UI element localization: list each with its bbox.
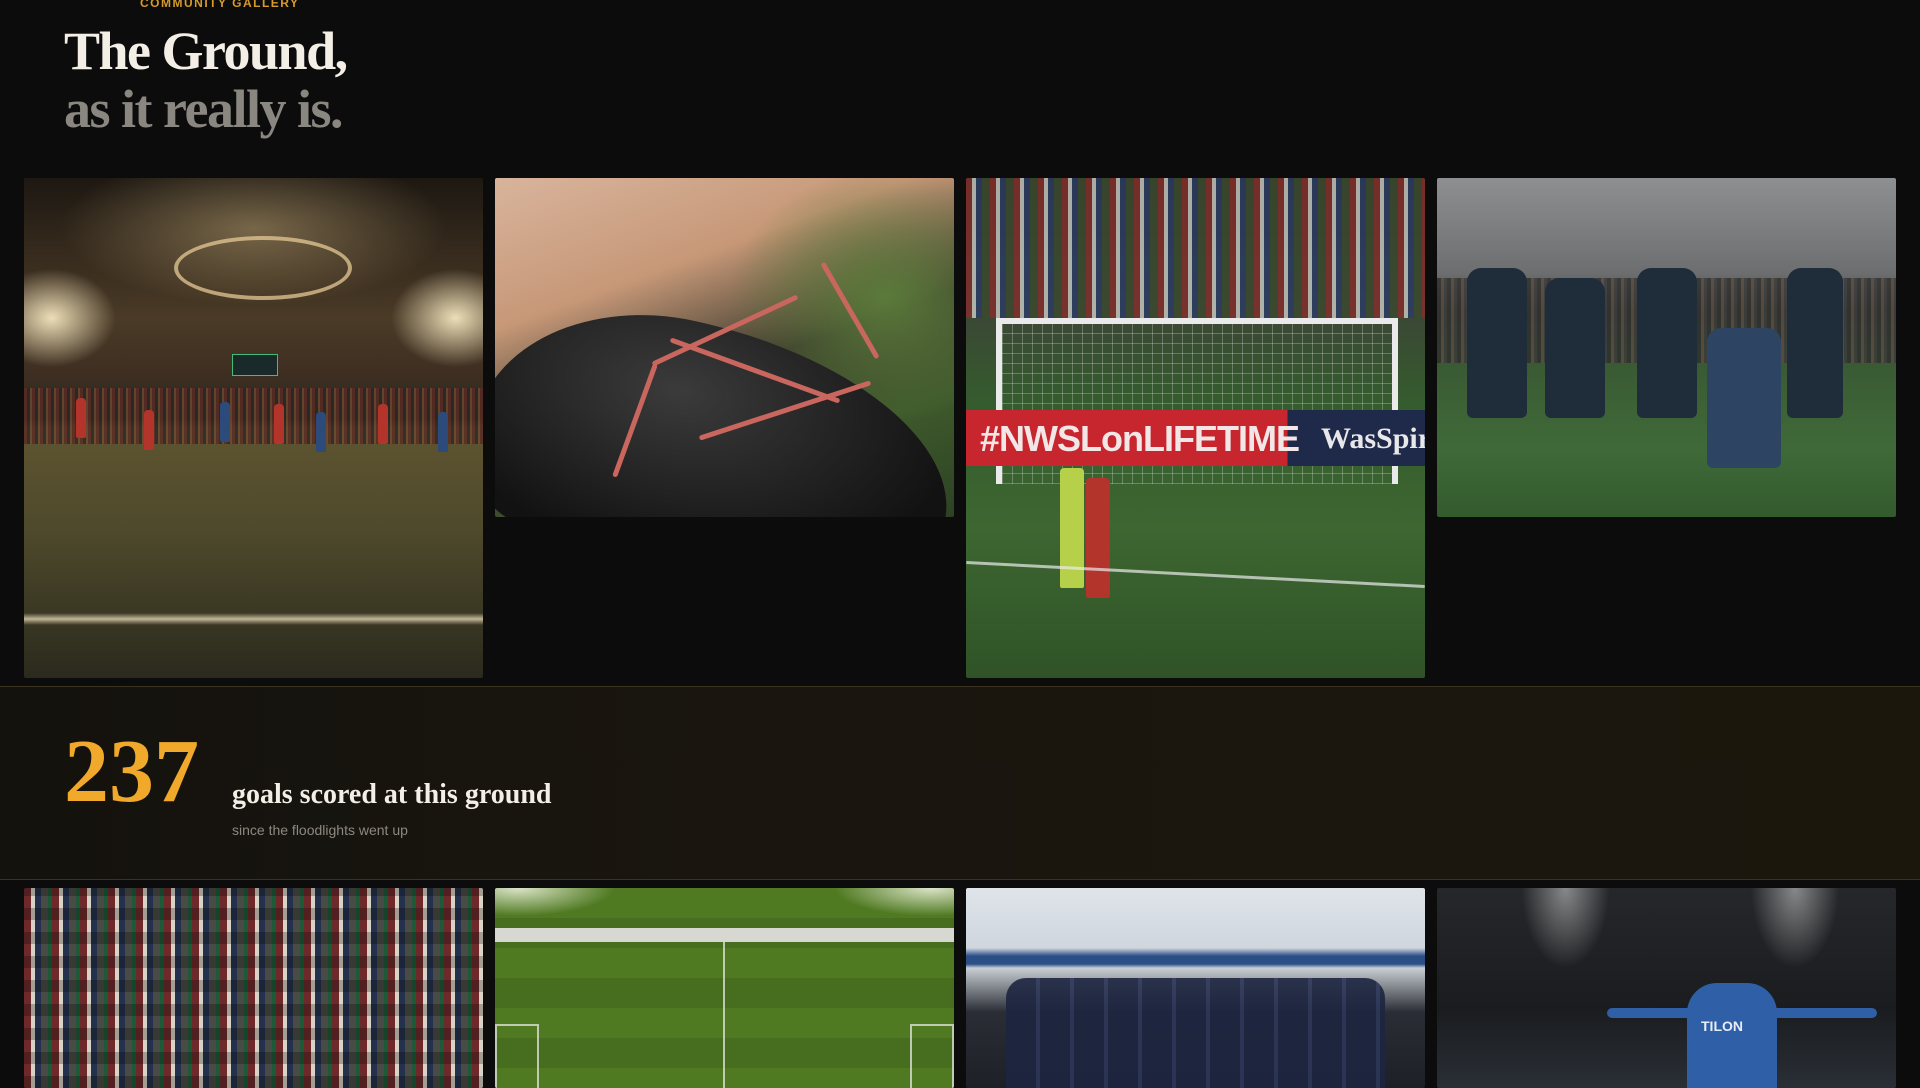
pitch-line: [966, 560, 1425, 589]
player-figure: [1086, 478, 1110, 598]
crowd: [24, 388, 483, 444]
player-figure: [144, 410, 154, 450]
seated-fans: [966, 178, 1425, 318]
player-arm: [1607, 1008, 1697, 1018]
gallery-photo-keeper[interactable]: TILON: [1437, 888, 1896, 1088]
player-figure: [1467, 268, 1527, 418]
gallery-photo-stadium[interactable]: [24, 178, 483, 678]
player-figure: [220, 402, 230, 442]
player-figure: [316, 412, 326, 452]
penalty-box: [910, 1024, 954, 1088]
gallery-photo-celebration[interactable]: [1437, 178, 1896, 517]
player-figure: [438, 412, 448, 452]
gallery-photo-supporters[interactable]: [24, 888, 483, 1088]
gallery-photo-dressing-room[interactable]: [966, 888, 1425, 1088]
goals-label: goals scored at this ground: [232, 779, 552, 810]
player-arm: [1767, 1008, 1877, 1018]
goals-sublabel: since the floodlights went up: [232, 822, 408, 838]
halfway-line: [723, 942, 725, 1088]
player-figure: [1707, 328, 1781, 468]
stadium-roof-ring: [174, 236, 352, 300]
ad-board: #NWSLonLIFETIME WasSpir: [966, 410, 1425, 466]
penalty-box: [495, 1024, 539, 1088]
gallery-photo-boot-laces[interactable]: [495, 178, 954, 517]
gallery-photo-pitch[interactable]: [495, 888, 954, 1088]
stats-band: 237 goals scored at this ground since th…: [0, 686, 1920, 880]
ad-board-sponsor: WasSpir: [1321, 422, 1425, 455]
stadium-stand: [495, 928, 954, 942]
page-title-line-1: The Ground,: [64, 21, 348, 81]
gallery-photo-goalmouth[interactable]: #NWSLonLIFETIME WasSpir: [966, 178, 1425, 678]
football-boot: [495, 280, 954, 517]
touchline: [24, 613, 483, 625]
player-figure: [1687, 983, 1777, 1088]
page-title: The Ground, as it really is.: [64, 21, 348, 139]
player-figure: [274, 404, 284, 444]
goals-count: 237: [64, 722, 199, 821]
player-figure: [76, 398, 86, 438]
ad-board-hashtag: #NWSLonLIFETIME: [980, 418, 1300, 459]
team-huddle: [1006, 978, 1385, 1088]
boot-lace: [820, 261, 880, 360]
player-figure: [378, 404, 388, 444]
player-figure: [1637, 268, 1697, 418]
player-figure: [1787, 268, 1843, 418]
section-eyebrow: COMMUNITY GALLERY: [140, 0, 300, 10]
kit-lettering: TILON: [1701, 1018, 1743, 1034]
page-title-line-2: as it really is.: [64, 79, 343, 139]
player-figure: [1545, 278, 1605, 418]
scoreboard: [232, 354, 278, 376]
